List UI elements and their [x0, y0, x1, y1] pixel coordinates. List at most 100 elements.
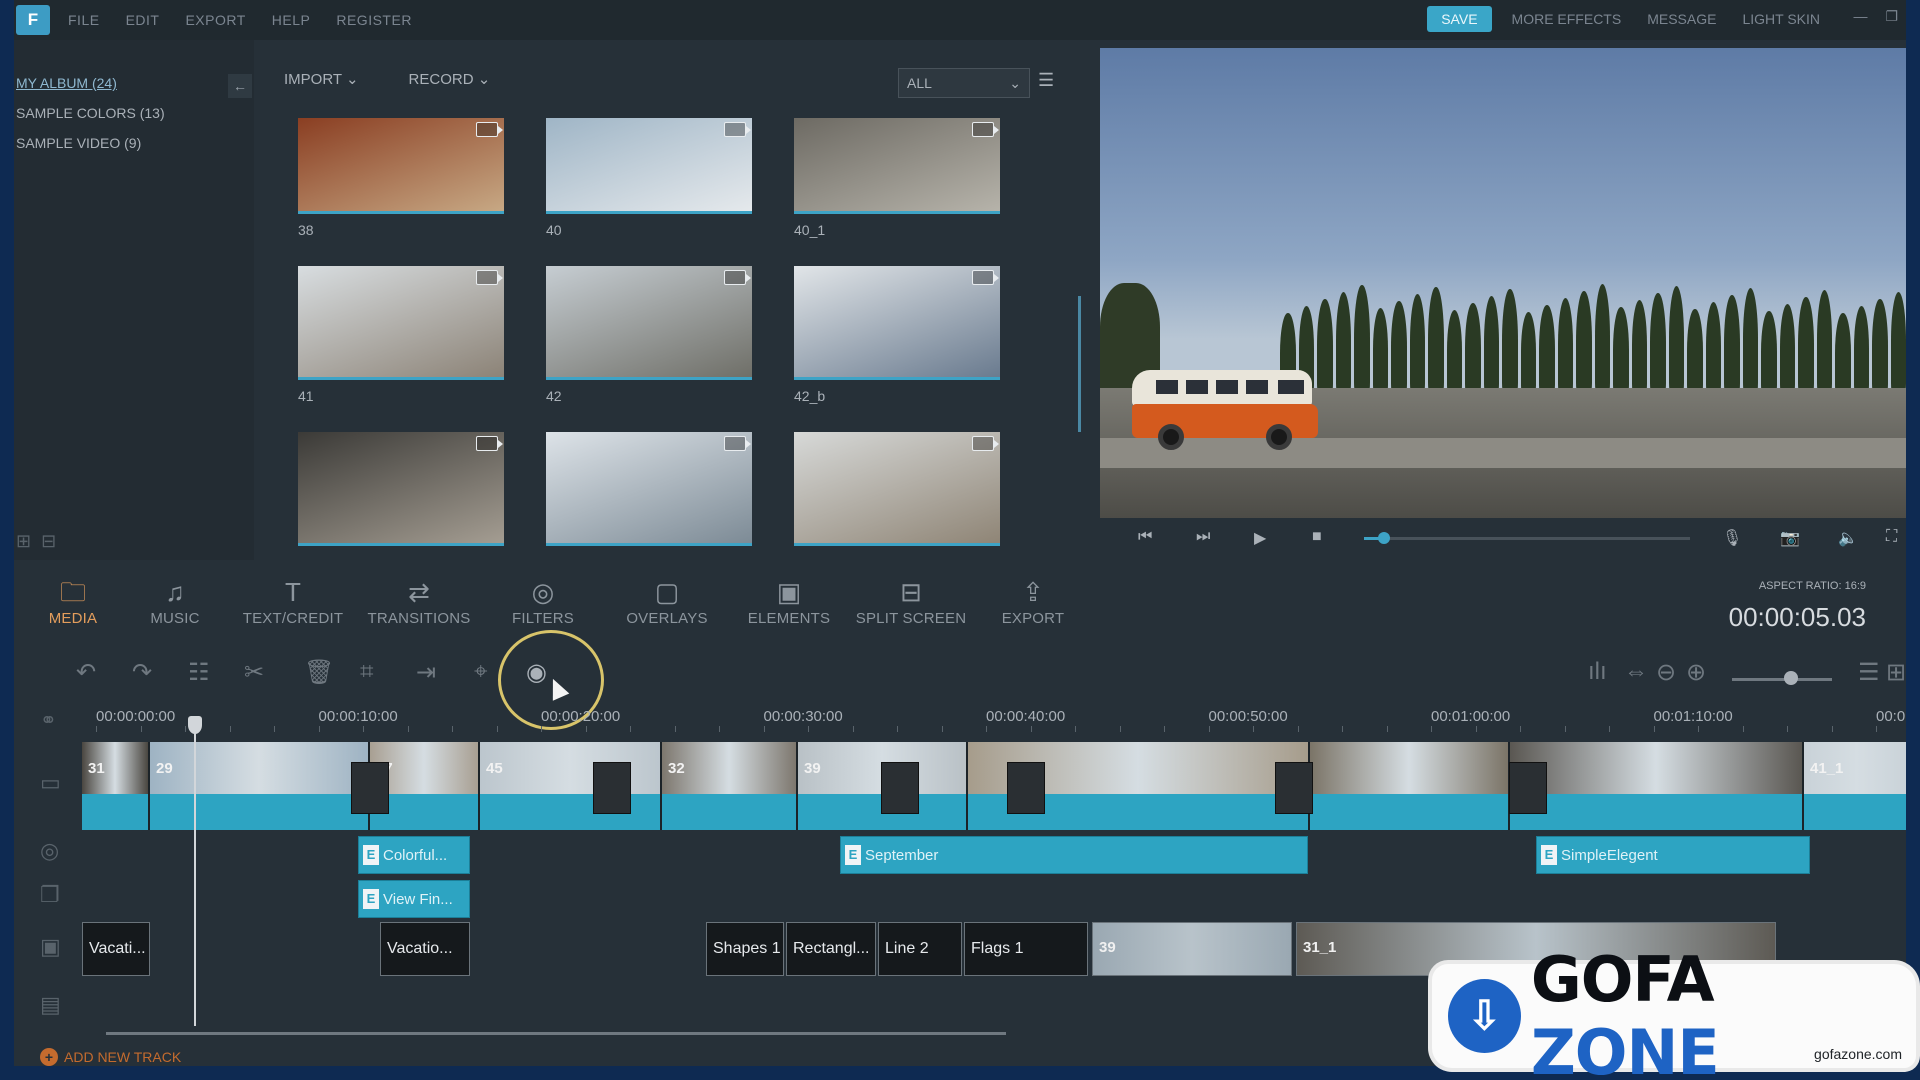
- marker-icon[interactable]: ⌖: [474, 658, 488, 686]
- video-clip[interactable]: 29: [150, 742, 370, 830]
- element-clip[interactable]: Line 2: [878, 922, 962, 976]
- delete-icon[interactable]: 🗑: [304, 658, 334, 687]
- video-clip[interactable]: 32: [662, 742, 798, 830]
- tab-text-credit[interactable]: T TEXT/CREDIT: [228, 574, 358, 627]
- cypress-tree: [1354, 285, 1370, 393]
- message-button[interactable]: MESSAGE: [1647, 11, 1716, 27]
- maximize-icon[interactable]: ❐: [1885, 8, 1898, 25]
- video-camera-icon: [724, 270, 751, 285]
- tab-filters[interactable]: ◎ FILTERS: [488, 574, 598, 627]
- media-thumbnail[interactable]: [794, 432, 1000, 546]
- add-new-track-button[interactable]: + ADD NEW TRACK: [40, 1048, 181, 1066]
- media-thumbnail[interactable]: [546, 118, 752, 214]
- skip-back-icon[interactable]: ⏮: [1138, 528, 1152, 546]
- remove-folder-icon[interactable]: ⊟: [41, 531, 56, 552]
- filter-clip[interactable]: E Colorful...: [358, 836, 470, 874]
- ruler-tick: [1253, 726, 1254, 732]
- snapshot-icon[interactable]: 📷: [1780, 528, 1800, 548]
- more-effects-button[interactable]: MORE EFFECTS: [1512, 11, 1622, 27]
- crop-icon[interactable]: ⌗: [360, 658, 374, 686]
- timeline-zoom-slider[interactable]: [1732, 678, 1832, 681]
- detach-icon[interactable]: ⇥: [416, 658, 436, 687]
- pip-clip[interactable]: 39: [1092, 922, 1292, 976]
- stop-icon[interactable]: ■: [1312, 528, 1322, 546]
- tab-split-screen[interactable]: ⊟ SPLIT SCREEN: [848, 574, 974, 627]
- media-thumbnail[interactable]: [794, 118, 1000, 214]
- element-clip[interactable]: Flags 1: [964, 922, 1088, 976]
- collapse-sidebar-icon[interactable]: ←: [228, 74, 252, 98]
- play-icon[interactable]: ▶: [1254, 528, 1266, 548]
- video-clip[interactable]: 31: [82, 742, 150, 830]
- album-sample-video[interactable]: SAMPLE VIDEO (9): [14, 128, 254, 158]
- new-folder-icon[interactable]: ⊞: [16, 531, 31, 552]
- text-clip[interactable]: Vacatio...: [380, 922, 470, 976]
- adjust-icon[interactable]: ☷: [188, 658, 210, 687]
- list-view-icon[interactable]: ☰: [1038, 70, 1054, 91]
- tab-media[interactable]: 🗀 MEDIA: [18, 574, 128, 627]
- media-thumbnail[interactable]: [794, 266, 1000, 380]
- menu-export[interactable]: EXPORT: [185, 12, 245, 28]
- menu-register[interactable]: REGISTER: [336, 12, 412, 28]
- media-filter-select[interactable]: ALL ⌄: [898, 68, 1030, 98]
- redo-icon[interactable]: ↷: [132, 658, 152, 687]
- transition-marker[interactable]: [1275, 762, 1313, 814]
- video-clip[interactable]: 41_1: [1804, 742, 1906, 830]
- menu-lines-icon[interactable]: ☰: [1858, 658, 1880, 687]
- transition-marker[interactable]: [1509, 762, 1547, 814]
- undo-icon[interactable]: ↶: [76, 658, 96, 687]
- media-thumbnail[interactable]: [298, 432, 504, 546]
- element-clip[interactable]: Shapes 1: [706, 922, 784, 976]
- album-my-album[interactable]: MY ALBUM (24): [14, 68, 254, 98]
- tab-elements[interactable]: ▣ ELEMENTS: [734, 574, 844, 627]
- text-clip[interactable]: Vacati...: [82, 922, 150, 976]
- skip-forward-icon[interactable]: ⏭: [1196, 528, 1210, 546]
- cut-icon[interactable]: ✂: [244, 658, 264, 687]
- transition-marker[interactable]: [351, 762, 389, 814]
- menu-file[interactable]: FILE: [68, 12, 100, 28]
- clip-thumbnail: [1510, 742, 1802, 794]
- link-icon[interactable]: ⚭: [40, 708, 57, 733]
- media-thumbnail[interactable]: [546, 266, 752, 380]
- playhead-handle[interactable]: [188, 716, 202, 734]
- transition-marker[interactable]: [593, 762, 631, 814]
- overlay-clip[interactable]: E View Fin...: [358, 880, 470, 918]
- transition-marker[interactable]: [881, 762, 919, 814]
- light-skin-button[interactable]: LIGHT SKIN: [1742, 11, 1820, 27]
- minimize-icon[interactable]: —: [1853, 8, 1867, 25]
- menu-edit[interactable]: EDIT: [126, 12, 160, 28]
- grid-icon[interactable]: ⊞: [1886, 658, 1906, 687]
- library-scrollbar[interactable]: [1078, 296, 1081, 432]
- zoom-out-icon[interactable]: ⊖: [1656, 658, 1676, 687]
- fullscreen-icon[interactable]: ⛶: [1886, 528, 1897, 546]
- filter-clip[interactable]: E SimpleElegent: [1536, 836, 1810, 874]
- zoom-in-icon[interactable]: ⊕: [1686, 658, 1706, 687]
- seek-handle[interactable]: [1377, 532, 1390, 544]
- seek-bar[interactable]: [1364, 532, 1690, 544]
- video-clip[interactable]: [1510, 742, 1804, 830]
- timeline-ruler[interactable]: 00:00:00:00 00:00:10:00 00:00:20:00 00:00:3…: [74, 700, 1906, 732]
- audio-mixer-icon[interactable]: ılı: [1588, 658, 1607, 686]
- volume-icon[interactable]: 🔈: [1838, 528, 1858, 548]
- album-sample-colors[interactable]: SAMPLE COLORS (13): [14, 98, 254, 128]
- media-thumbnail[interactable]: [298, 266, 504, 380]
- fit-timeline-icon[interactable]: ⇔: [1624, 658, 1648, 686]
- timeline-zoom-handle[interactable]: [1784, 671, 1798, 685]
- media-thumbnail[interactable]: [298, 118, 504, 214]
- record-dropdown[interactable]: RECORD ⌄: [409, 70, 491, 88]
- media-thumbnail[interactable]: [546, 432, 752, 546]
- element-clip[interactable]: Rectangl...: [786, 922, 876, 976]
- save-button[interactable]: SAVE: [1427, 6, 1492, 32]
- timeline-scrollbar[interactable]: [106, 1032, 1006, 1035]
- tab-music[interactable]: ♫ MUSIC: [120, 574, 230, 627]
- video-clip[interactable]: 45: [480, 742, 662, 830]
- import-dropdown[interactable]: IMPORT ⌄: [284, 70, 359, 88]
- transition-marker[interactable]: [1007, 762, 1045, 814]
- tab-overlays[interactable]: ▢ OVERLAYS: [612, 574, 722, 627]
- filter-clip[interactable]: E September: [840, 836, 1308, 874]
- video-clip[interactable]: [1310, 742, 1510, 830]
- playhead[interactable]: [194, 718, 196, 1026]
- menu-help[interactable]: HELP: [272, 12, 311, 28]
- tab-export[interactable]: ⇪ EXPORT: [978, 574, 1088, 627]
- microphone-icon[interactable]: 🎙: [1722, 528, 1742, 548]
- tab-transitions[interactable]: ⇄ TRANSITIONS: [350, 574, 488, 627]
